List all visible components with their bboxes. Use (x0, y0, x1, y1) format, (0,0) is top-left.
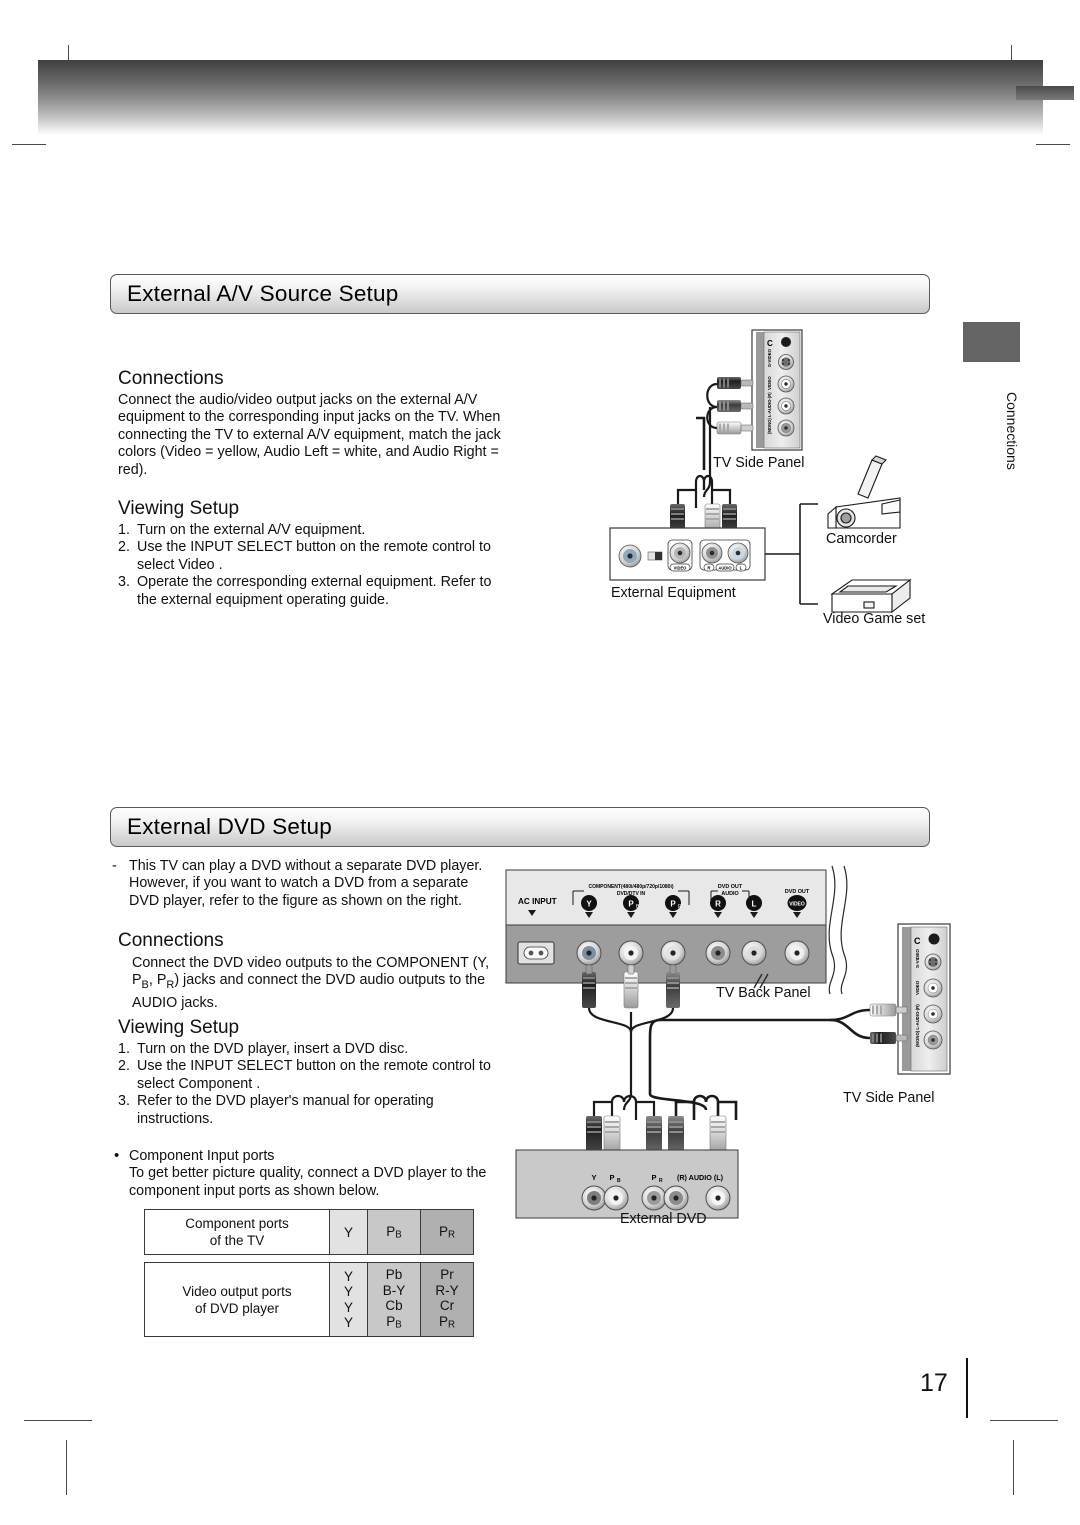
margin-tab-connections: Connections (1004, 392, 1020, 470)
caption-tv-back-panel: TV Back Panel (716, 985, 811, 1001)
table-col-pr: Pr R-Y Cr PR (420, 1261, 474, 1338)
svg-text:P: P (628, 900, 634, 909)
external-equipment-graphic: VIDEO R AUDIO L (609, 527, 766, 581)
table-cell-pb: PB (367, 1209, 421, 1255)
svg-text:B: B (617, 1178, 621, 1184)
section-title-av-source: External A/V Source Setup (127, 281, 399, 306)
section-header-av-source: External A/V Source Setup (110, 274, 930, 314)
caption-camcorder: Camcorder (826, 531, 897, 547)
svg-text:DVD OUT: DVD OUT (785, 889, 810, 895)
svg-text:Y: Y (591, 1173, 596, 1182)
plug-audio-mid (717, 400, 754, 412)
list-item: 3. Operate the corresponding external equ… (118, 574, 492, 608)
tv-side-panel-graphic: C S-VIDEO VIDEO (MONO) L-AUDIO-(R) (751, 329, 803, 451)
svg-text:P: P (651, 1173, 656, 1182)
svg-text:AC INPUT: AC INPUT (518, 897, 557, 906)
manual-page: External A/V Source Setup Connections Co… (0, 0, 1080, 1525)
caption-external-equipment: External Equipment (611, 585, 736, 601)
svg-text:L: L (752, 900, 757, 909)
bullet-component-input-ports: • Component Input ports To get better pi… (114, 1147, 487, 1199)
page-number-rule (966, 1358, 968, 1418)
list-viewing-setup-2: 1. Turn on the DVD player, insert a DVD d… (118, 1041, 493, 1128)
section-title-external-dvd: External DVD Setup (127, 814, 332, 839)
table-col-pb: Pb B-Y Cb PB (367, 1261, 421, 1338)
heading-connections-2: Connections (118, 930, 224, 951)
paragraph-connections-1: Connect the audio/video output jacks on … (118, 392, 501, 478)
table-cell-pr: PR (420, 1209, 474, 1255)
list-item: 2. Use the INPUT SELECT button on the rem… (118, 1058, 491, 1092)
caption-external-dvd: External DVD (620, 1211, 707, 1227)
svg-text:P: P (609, 1173, 614, 1182)
heading-viewing-setup-2: Viewing Setup (118, 1017, 240, 1038)
table-col-y: Y Y Y Y (329, 1261, 368, 1338)
heading-viewing-setup-1: Viewing Setup (118, 498, 240, 519)
table-row: Video output ports of DVD player Y Y Y Y… (144, 1261, 474, 1338)
list-item: 2. Use the INPUT SELECT button on the rem… (118, 539, 491, 573)
svg-text:VIDEO: VIDEO (789, 902, 805, 908)
section-header-external-dvd: External DVD Setup (110, 807, 930, 847)
svg-text:C: C (767, 339, 773, 348)
svg-text:(MONO) L-AUDIO-(R): (MONO) L-AUDIO-(R) (915, 1004, 920, 1047)
camcorder-icon (827, 455, 901, 529)
margin-tab-block (963, 322, 1020, 362)
svg-text:(R) AUDIO (L): (R) AUDIO (L) (677, 1173, 724, 1182)
external-dvd-graphic: Y P B P R (R) AUDIO (L) (515, 1149, 739, 1219)
svg-text:C: C (914, 936, 921, 946)
page-number: 17 (920, 1369, 948, 1397)
svg-text:VIDEO: VIDEO (915, 980, 920, 995)
svg-text:Y: Y (586, 900, 592, 909)
table-row-label: Component ports of the TV (144, 1209, 330, 1255)
table-component-ports-tv: Component ports of the TV Y PB PR (144, 1209, 474, 1255)
tv-side-panel-graphic-2: C S-VIDEO VIDEO (MONO) L-AUDIO-(R) (897, 923, 951, 1075)
heading-connections-1: Connections (118, 368, 224, 389)
table-cell-y: Y (329, 1209, 368, 1255)
svg-text:AUDIO: AUDIO (718, 565, 732, 570)
caption-tv-side-panel-2: TV Side Panel (843, 1090, 935, 1106)
svg-text:L: L (740, 565, 743, 570)
plug-video-top (717, 377, 754, 389)
caption-video-game-set: Video Game set (823, 611, 926, 627)
list-viewing-setup-1: 1. Turn on the external A/V equipment. 2.… (118, 522, 493, 609)
svg-text:R: R (715, 900, 721, 909)
bullet-dot: • (114, 1147, 120, 1164)
svg-text:COMPONENT(480i/480p/720p/1080i: COMPONENT(480i/480p/720p/1080i) (588, 884, 673, 890)
svg-text:(MONO) L-AUDIO-(R): (MONO) L-AUDIO-(R) (767, 392, 772, 434)
svg-text:R: R (678, 904, 682, 910)
caption-tv-side-panel-1: TV Side Panel (713, 455, 805, 471)
svg-text:P: P (670, 900, 676, 909)
svg-text:S-VIDEO: S-VIDEO (767, 348, 772, 367)
svg-text:VIDEO: VIDEO (767, 376, 772, 390)
svg-text:S-VIDEO: S-VIDEO (915, 949, 920, 968)
intro-dvd-note: - This TV can play a DVD without a separ… (112, 858, 483, 909)
table-row: Component ports of the TV Y PB PR (144, 1209, 474, 1255)
svg-text:DVD OUT: DVD OUT (718, 884, 743, 890)
svg-text:R: R (659, 1178, 663, 1184)
paragraph-connections-2: Connect the DVD video outputs to the COM… (132, 955, 490, 1011)
list-item: 1. Turn on the external A/V equipment. (118, 522, 366, 538)
svg-text:VIDEO: VIDEO (674, 565, 688, 570)
list-item: 3. Refer to the DVD player's manual for o… (118, 1093, 434, 1127)
list-item: 1. Turn on the DVD player, insert a DVD d… (118, 1041, 409, 1057)
table-video-output-ports-dvd: Video output ports of DVD player Y Y Y Y… (144, 1261, 474, 1338)
table-row-label: Video output ports of DVD player (144, 1261, 330, 1338)
video-game-icon (830, 578, 912, 614)
plug-audio-bottom (716, 421, 754, 435)
diagram-external-dvd-connections: AC INPUT COMPONENT(480i/480p/720p/1080i)… (505, 865, 951, 1219)
svg-text:AUDIO: AUDIO (721, 891, 738, 897)
